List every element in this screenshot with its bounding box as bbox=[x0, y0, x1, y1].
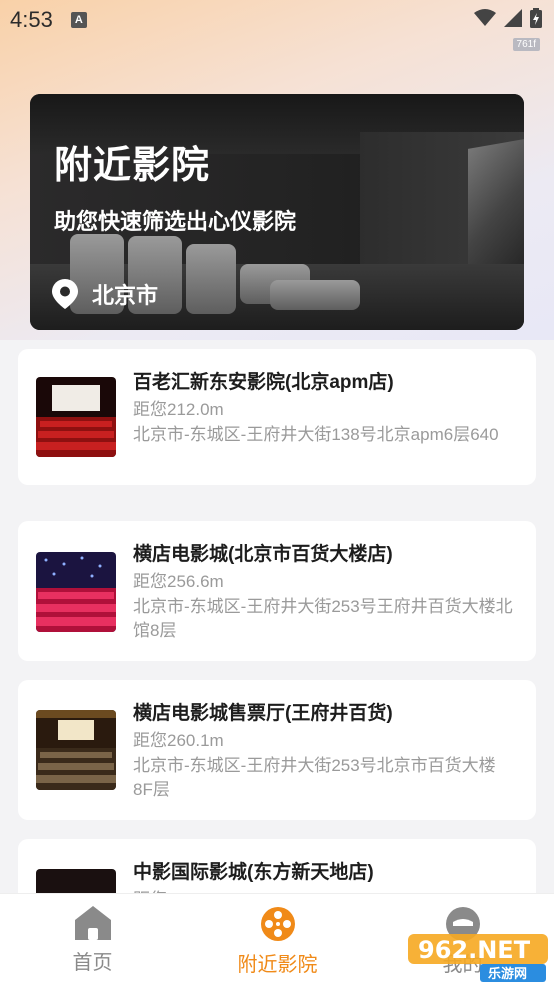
tab-nearby-cinemas[interactable]: 附近影院 bbox=[185, 894, 370, 986]
cinema-card[interactable]: 百老汇新东安影院(北京apm店) 距您212.0m 北京市-东城区-王府井大街1… bbox=[18, 349, 536, 485]
cinema-thumbnail bbox=[36, 552, 116, 632]
cinema-distance: 距您256.6m bbox=[133, 572, 224, 591]
location-pin-icon bbox=[52, 279, 78, 309]
cinema-card[interactable]: 横店电影城(北京市百货大楼店) 距您256.6m 北京市-东城区-王府井大街25… bbox=[18, 521, 536, 661]
status-icons bbox=[474, 8, 542, 28]
cinema-name: 百老汇新东安影院(北京apm店) bbox=[133, 372, 394, 393]
cinema-name: 中影国际影城(东方新天地店) bbox=[133, 862, 374, 883]
banner-seat bbox=[270, 280, 360, 310]
tab-home[interactable]: 首页 bbox=[0, 894, 185, 986]
cinema-distance: 距您260.1m bbox=[133, 731, 224, 750]
signal-icon bbox=[504, 9, 522, 27]
banner-subtitle: 助您快速筛选出心仪影院 bbox=[54, 209, 297, 234]
bottom-tab-bar: 首页 附近影院 我的 962.NET 乐游网 bbox=[0, 893, 554, 986]
notification-icon: A bbox=[70, 12, 87, 28]
banner-title: 附近影院 bbox=[54, 145, 211, 187]
cinema-name: 横店电影城(北京市百货大楼店) bbox=[133, 544, 393, 565]
cinema-distance: 距您212.0m bbox=[133, 400, 224, 419]
net-speed-badge: 761f bbox=[512, 38, 540, 51]
film-reel-icon bbox=[260, 907, 295, 941]
tab-nearby-cinemas-label: 附近影院 bbox=[237, 954, 318, 976]
home-icon bbox=[74, 906, 111, 940]
location-label: 北京市 bbox=[92, 283, 159, 308]
cinema-address: 北京市-东城区-王府井大街253号王府井百货大楼北馆8层 bbox=[133, 597, 513, 640]
tab-home-label: 首页 bbox=[72, 952, 113, 974]
site-watermark-logo: 962.NET 乐游网 bbox=[408, 932, 548, 982]
wifi-icon bbox=[474, 9, 496, 26]
cinema-address: 北京市-东城区-王府井大街253号北京市百货大楼8F层 bbox=[133, 756, 496, 799]
svg-text:962.NET: 962.NET bbox=[418, 936, 531, 964]
location-selector[interactable]: 北京市 bbox=[52, 278, 158, 310]
nearby-cinemas-banner[interactable]: 附近影院 助您快速筛选出心仪影院 北京市 bbox=[30, 94, 524, 330]
status-bar: 4:53 A 761f bbox=[0, 0, 554, 51]
cinema-thumbnail bbox=[36, 710, 116, 790]
battery-icon bbox=[530, 8, 542, 28]
cinema-card[interactable]: 横店电影城售票厅(王府井百货) 距您260.1m 北京市-东城区-王府井大街25… bbox=[18, 680, 536, 820]
cinema-thumbnail bbox=[36, 377, 116, 457]
svg-text:乐游网: 乐游网 bbox=[488, 966, 527, 982]
cinema-name: 横店电影城售票厅(王府井百货) bbox=[133, 703, 393, 724]
cinema-address: 北京市-东城区-王府井大街138号北京apm6层640 bbox=[133, 425, 499, 444]
banner-seat bbox=[186, 244, 236, 314]
status-time: 4:53 bbox=[10, 7, 53, 32]
